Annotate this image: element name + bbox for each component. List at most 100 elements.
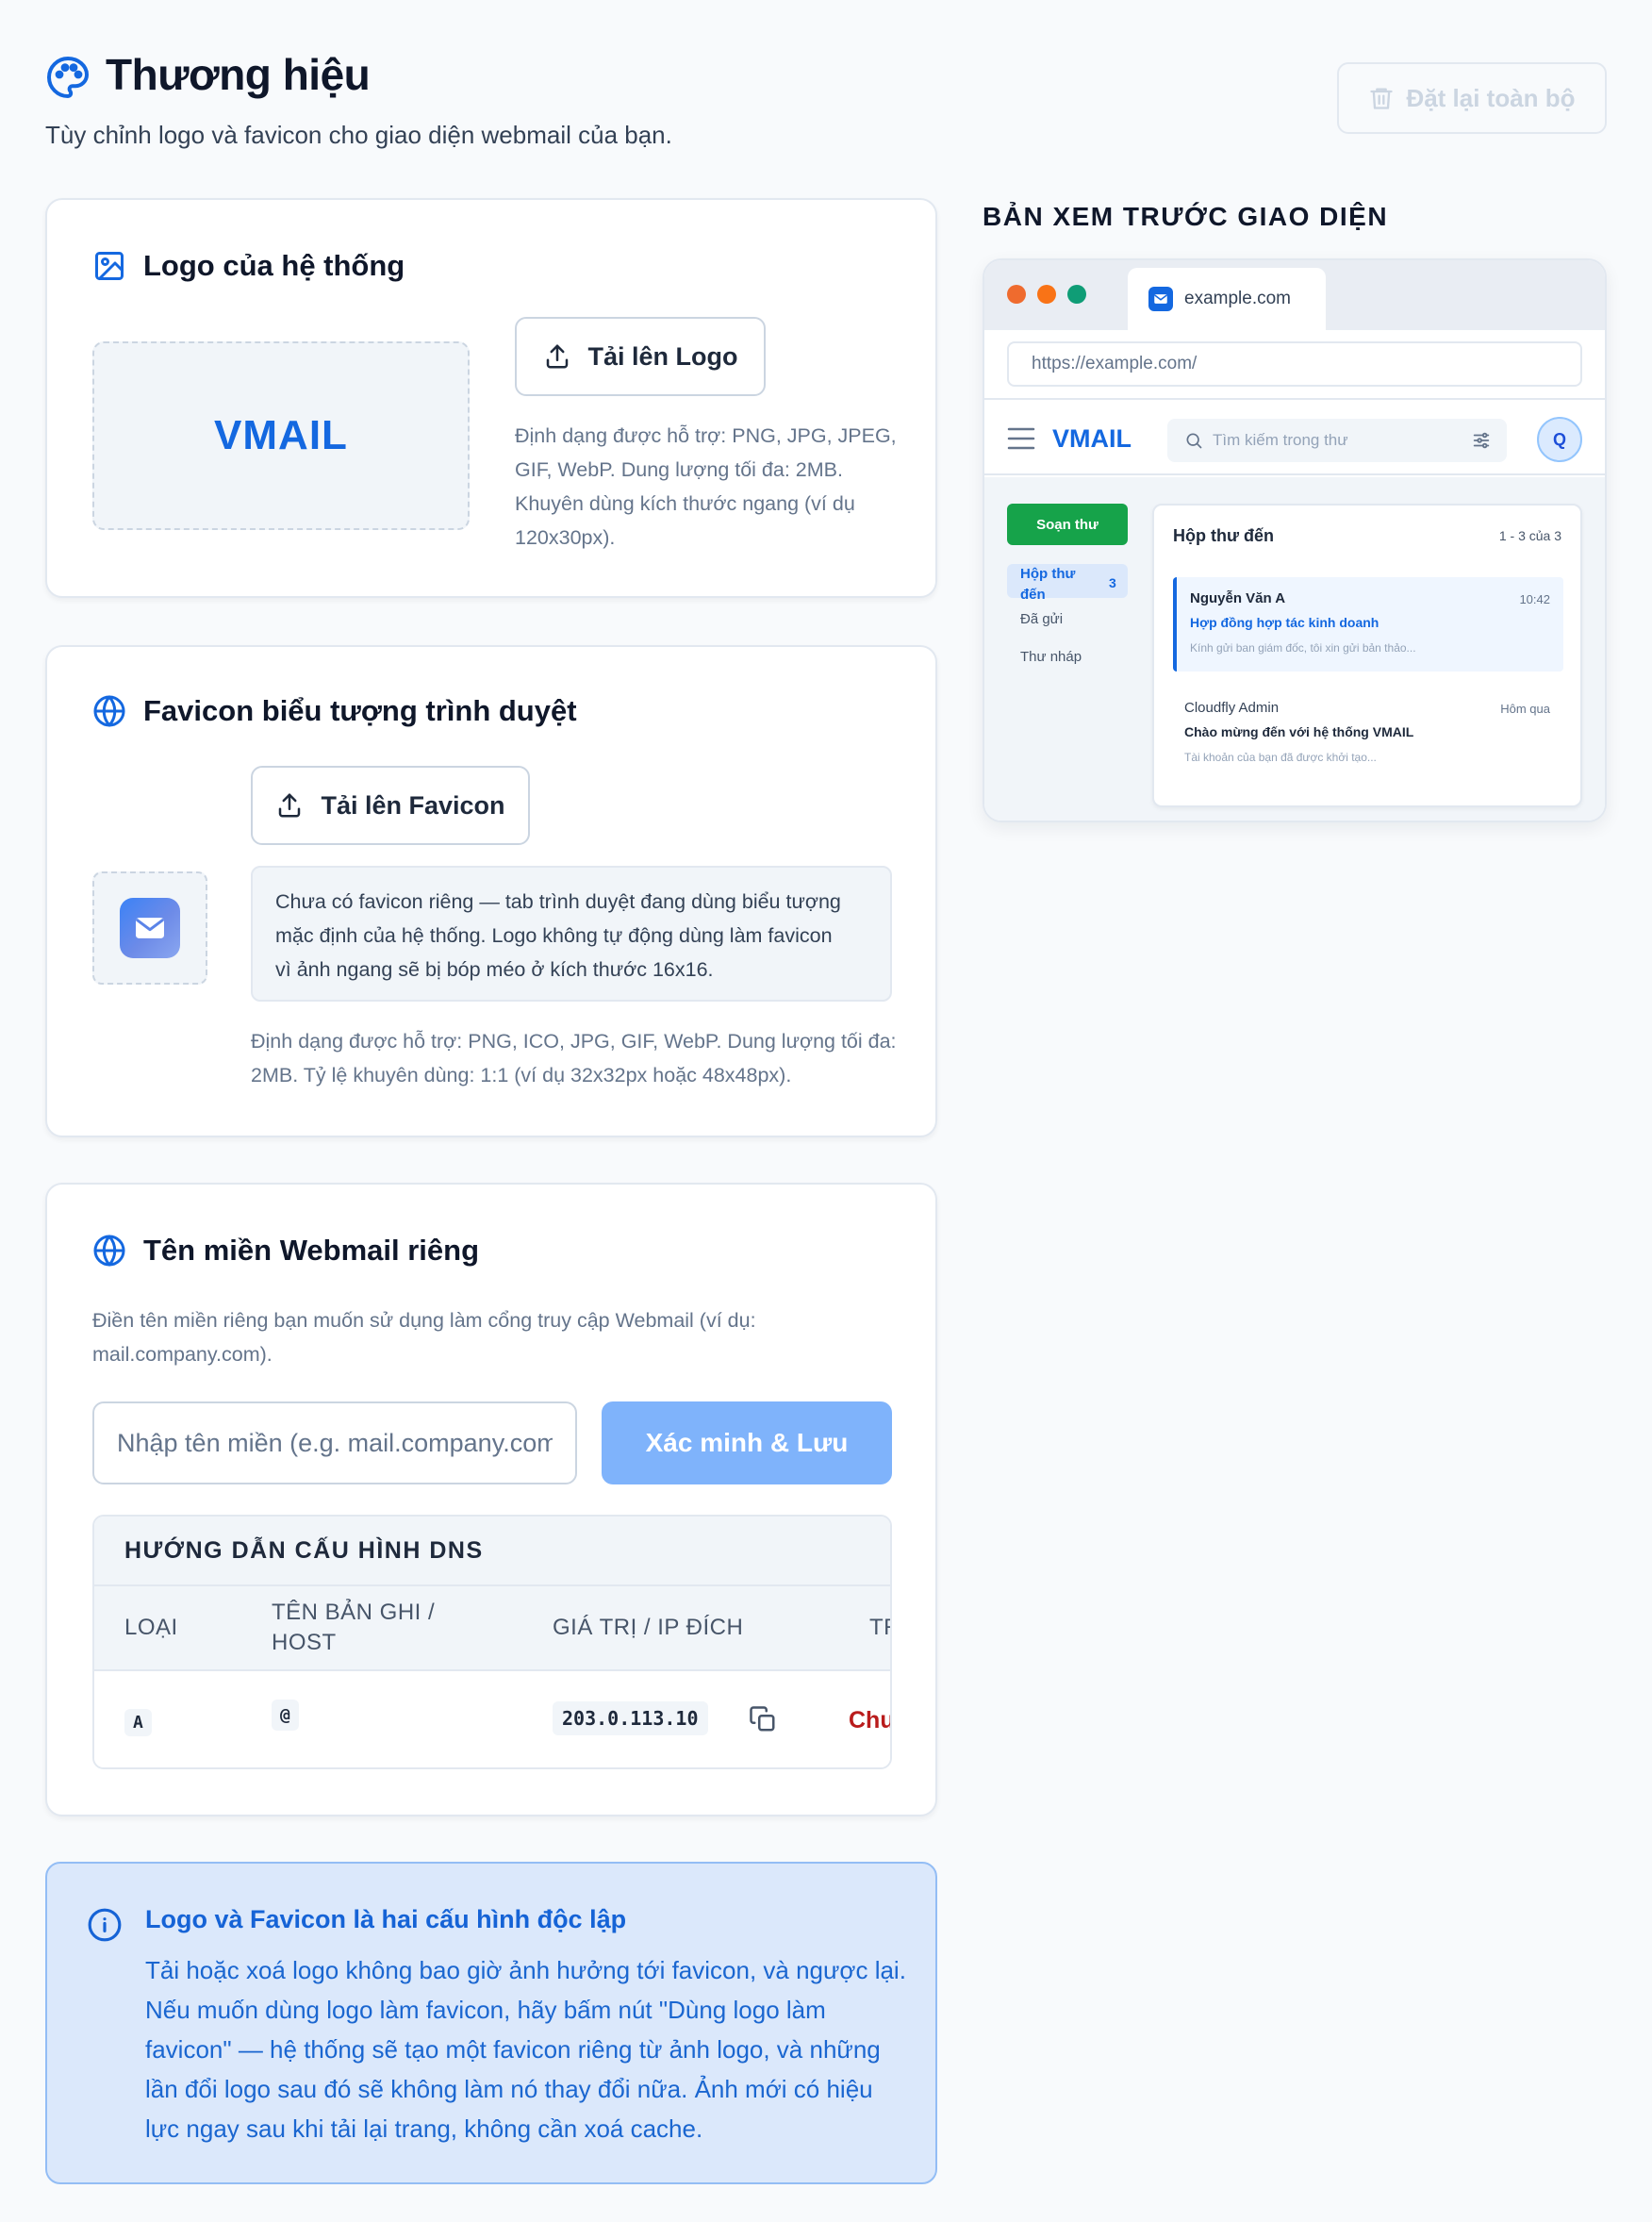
favicon-hint-line: 2MB. Tỷ lệ khuyên dùng: 1:1 (ví dụ 32x32…: [251, 1064, 792, 1086]
favicon-card: Favicon biểu tượng trình duyệt Tải lên F…: [45, 645, 937, 1137]
logo-hint-line: GIF, WebP. Dung lượng tối đa: 2MB.: [515, 458, 843, 481]
notice-line: Chưa có favicon riêng — tab trình duyệt …: [275, 890, 841, 913]
filter-icon: [1471, 430, 1492, 451]
reset-all-label: Đặt lại toàn bộ: [1406, 83, 1576, 112]
mail-snippet: Tài khoản của bạn đã được khởi tạo...: [1184, 751, 1377, 764]
dns-record-value: 203.0.113.10: [553, 1701, 708, 1735]
favicon-card-header: Favicon biểu tượng trình duyệt: [92, 694, 577, 728]
upload-logo-button[interactable]: Tải lên Logo: [515, 317, 766, 396]
logo-hint-line: Định dạng được hỗ trợ: PNG, JPG, JPEG,: [515, 424, 897, 447]
col-host-line: HOST: [272, 1630, 337, 1655]
notice-line: vì ảnh ngang sẽ bị bóp méo ở kích thước …: [275, 958, 714, 981]
info-line: lực ngay sau khi tải lại trang, không cầ…: [145, 2114, 703, 2143]
window-maximize-dot: [1067, 285, 1086, 304]
mail-snippet: Kính gửi ban giám đốc, tôi xin gửi bản t…: [1190, 641, 1416, 655]
info-title: Logo và Favicon là hai cấu hình độc lập: [145, 1905, 627, 1933]
verify-save-button[interactable]: Xác minh & Lưu: [602, 1401, 892, 1484]
folder-drafts: Thư nháp: [1020, 649, 1082, 665]
favicon-preview: [92, 871, 207, 985]
domain-card: Tên miền Webmail riêng Điền tên miền riê…: [45, 1183, 937, 1816]
col-host: TÊN BẢN GHI / HOST: [272, 1598, 435, 1658]
dns-guide-table: HƯỚNG DẪN CẤU HÌNH DNS LOẠI TÊN BẢN GHI …: [92, 1515, 892, 1769]
webmail-search: Tìm kiếm trong thư: [1167, 419, 1507, 462]
info-line: Tải hoặc xoá logo không bao giờ ảnh hưởn…: [145, 1956, 906, 1984]
col-host-line: TÊN BẢN GHI /: [272, 1600, 436, 1625]
folder-inbox-count: 3: [1109, 575, 1116, 590]
palette-icon: [45, 55, 91, 100]
upload-icon: [275, 791, 304, 820]
info-box: Logo và Favicon là hai cấu hình độc lập …: [45, 1862, 937, 2184]
avatar: Q: [1537, 417, 1582, 462]
browser-tab: example.com: [1128, 268, 1326, 330]
dns-guide-title: HƯỚNG DẪN CẤU HÌNH DNS: [94, 1517, 890, 1586]
mail-sender: Cloudfly Admin: [1184, 700, 1280, 716]
search-icon: [1184, 431, 1203, 450]
list-item: Cloudfly Admin Hôm qua Chào mừng đến với…: [1173, 683, 1563, 777]
logo-card-title: Logo của hệ thống: [143, 249, 405, 282]
trash-icon: [1368, 84, 1395, 112]
upload-favicon-label: Tải lên Favicon: [321, 790, 505, 820]
favicon-hint: Định dạng được hỗ trợ: PNG, ICO, JPG, GI…: [251, 1024, 911, 1092]
dns-record-status: Chu: [849, 1707, 892, 1733]
mail-icon: [1148, 287, 1173, 311]
globe-icon: [92, 694, 126, 728]
info-line: lần đổi logo sau đó sẽ không làm nó thay…: [145, 2075, 873, 2103]
mail-icon: [120, 898, 180, 958]
upload-icon: [543, 342, 571, 371]
col-type: LOẠI: [124, 1615, 178, 1640]
domain-card-title: Tên miền Webmail riêng: [143, 1234, 480, 1267]
logo-preview-text: VMAIL: [214, 412, 348, 458]
dns-record-host: @: [272, 1700, 299, 1731]
mail-time: Hôm qua: [1500, 702, 1550, 716]
col-value: GIÁ TRỊ / IP ĐÍCH: [553, 1615, 744, 1640]
upload-favicon-button[interactable]: Tải lên Favicon: [251, 766, 530, 845]
logo-hint-line: Khuyên dùng kích thước ngang (ví dụ: [515, 492, 855, 515]
copy-icon[interactable]: [749, 1705, 777, 1733]
window-minimize-dot: [1037, 285, 1056, 304]
dns-table-header: LOẠI TÊN BẢN GHI / HOST GIÁ TRỊ / IP ĐÍC…: [94, 1586, 890, 1671]
compose-button: Soạn thư: [1007, 504, 1128, 545]
domain-desc-line: mail.company.com).: [92, 1343, 273, 1366]
folder-inbox-label: Hộp thư: [1020, 566, 1076, 582]
browser-url: https://example.com/: [1007, 341, 1582, 387]
upload-logo-label: Tải lên Logo: [587, 341, 738, 371]
table-row: A @ 203.0.113.10 Chu: [94, 1671, 892, 1767]
favicon-card-title: Favicon biểu tượng trình duyệt: [143, 694, 577, 727]
mail-subject: Hợp đồng hợp tác kinh doanh: [1190, 615, 1379, 630]
domain-description: Điền tên miền riêng bạn muốn sử dụng làm…: [92, 1303, 903, 1371]
info-line: Nếu muốn dùng logo làm favicon, hãy bấm …: [145, 1996, 826, 2024]
logo-preview: VMAIL: [92, 341, 470, 530]
list-item: Nguyễn Văn A 10:42 Hợp đồng hợp tác kinh…: [1173, 577, 1563, 672]
window-close-dot: [1007, 285, 1026, 304]
logo-card-header: Logo của hệ thống: [92, 249, 405, 283]
mail-time: 10:42: [1519, 592, 1550, 606]
webmail-search-placeholder: Tìm kiếm trong thư: [1213, 431, 1348, 449]
mail-subject: Chào mừng đến với hệ thống VMAIL: [1184, 724, 1414, 739]
info-icon: [87, 1907, 123, 1943]
folder-inbox-label: đến: [1020, 587, 1046, 603]
folder-sent: Đã gửi: [1020, 611, 1064, 627]
notice-line: mặc định của hệ thống. Logo không tự độn…: [275, 924, 833, 947]
folder-inbox: Hộp thư đến: [1020, 564, 1075, 605]
browser-tab-label: example.com: [1184, 289, 1291, 308]
domain-input[interactable]: [92, 1401, 577, 1484]
preview-title: BẢN XEM TRƯỚC GIAO DIỆN: [983, 202, 1389, 231]
mail-sender: Nguyễn Văn A: [1190, 590, 1286, 606]
logo-hint: Định dạng được hỗ trợ: PNG, JPG, JPEG, G…: [515, 419, 911, 555]
dns-record-type: A: [124, 1709, 152, 1736]
page-subtitle: Tùy chỉnh logo và favicon cho giao diện …: [45, 121, 672, 149]
info-line: favicon" — hệ thống sẽ tạo một favicon r…: [145, 2035, 881, 2064]
reset-all-button[interactable]: Đặt lại toàn bộ: [1337, 62, 1607, 134]
favicon-hint-line: Định dạng được hỗ trợ: PNG, ICO, JPG, GI…: [251, 1030, 897, 1053]
favicon-notice: Chưa có favicon riêng — tab trình duyệt …: [251, 866, 892, 1002]
domain-desc-line: Điền tên miền riêng bạn muốn sử dụng làm…: [92, 1309, 756, 1332]
info-body: Tải hoặc xoá logo không bao giờ ảnh hưởn…: [145, 1950, 918, 2148]
globe-icon: [92, 1234, 126, 1268]
image-icon: [92, 249, 126, 283]
inbox-range: 1 - 3 của 3: [1498, 528, 1561, 543]
domain-card-header: Tên miền Webmail riêng: [92, 1234, 479, 1268]
logo-hint-line: 120x30px).: [515, 526, 616, 549]
inbox-panel: Hộp thư đến 1 - 3 của 3 Nguyễn Văn A 10:…: [1152, 504, 1582, 807]
hamburger-icon: [1007, 426, 1035, 451]
webmail-brand: VMAIL: [1052, 424, 1132, 453]
